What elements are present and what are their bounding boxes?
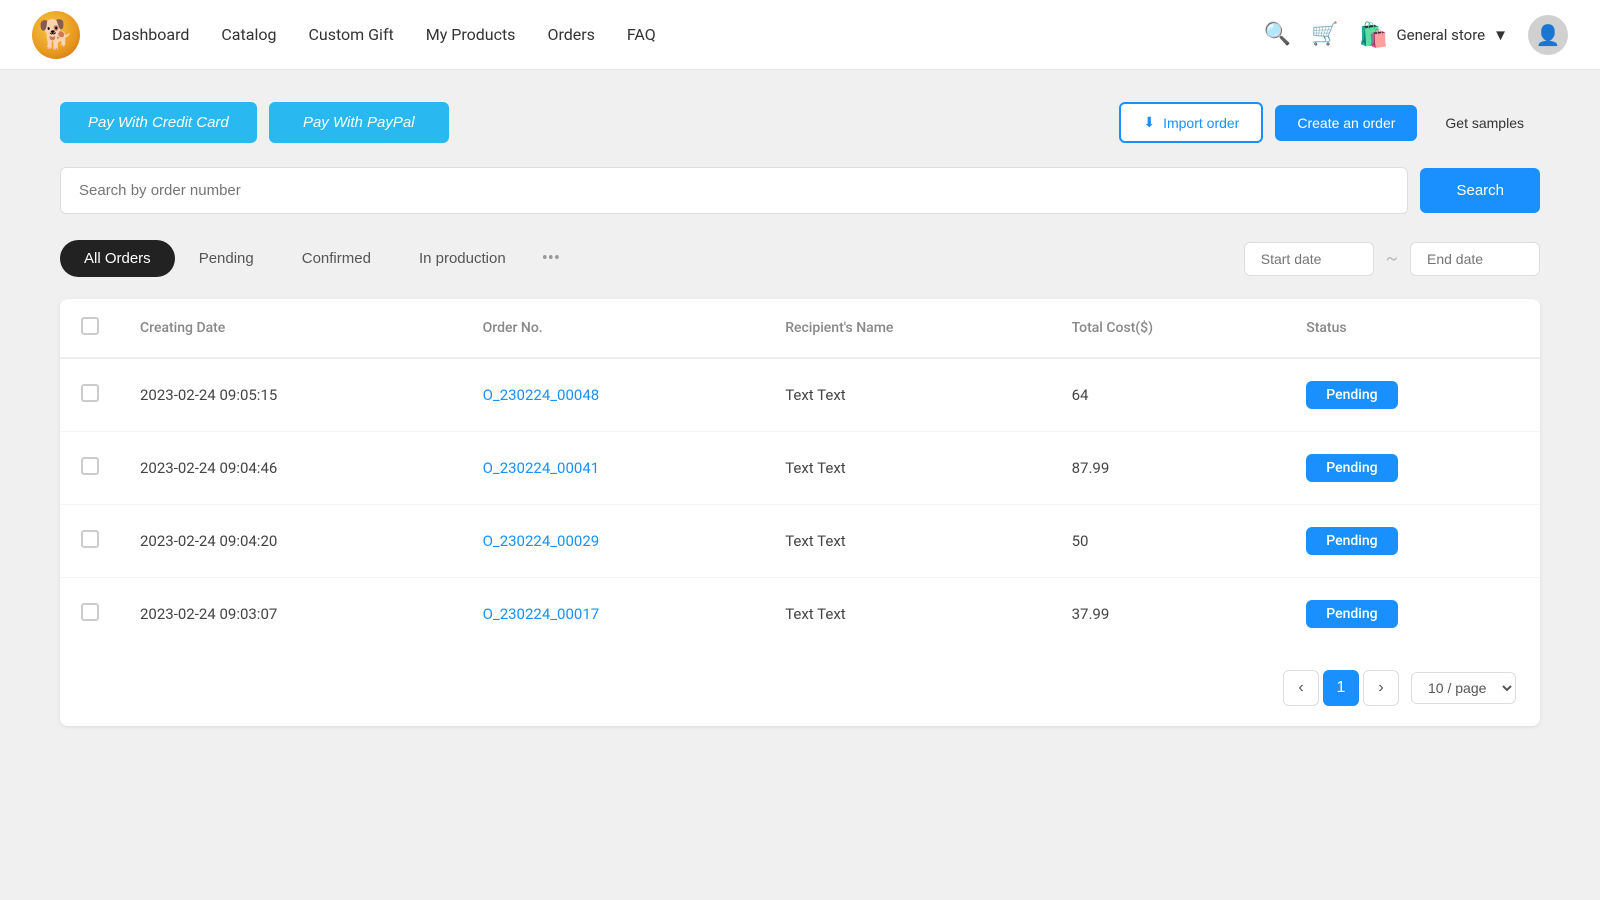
orders-table: Creating Date Order No. Recipient's Name… — [60, 299, 1540, 650]
col-order-no: Order No. — [463, 299, 766, 358]
col-creating-date: Creating Date — [120, 299, 463, 358]
tab-in-production[interactable]: In production — [395, 240, 530, 277]
get-samples-button[interactable]: Get samples — [1429, 105, 1540, 141]
cell-recipient-2: Text Text — [765, 505, 1051, 578]
navbar: Dashboard Catalog Custom Gift My Product… — [0, 0, 1600, 70]
row-checkbox-0[interactable] — [81, 384, 99, 402]
cell-recipient-0: Text Text — [765, 358, 1051, 432]
pay-paypal-button[interactable]: Pay With PayPal — [269, 102, 449, 143]
store-bag-icon: 🛍️ — [1359, 21, 1389, 49]
table-row: 2023-02-24 09:04:46 O_230224_00041 Text … — [60, 432, 1540, 505]
cell-order-no-0[interactable]: O_230224_00048 — [463, 358, 766, 432]
select-all-checkbox[interactable] — [81, 317, 99, 335]
cell-cost-0: 64 — [1052, 358, 1287, 432]
tab-pending[interactable]: Pending — [175, 240, 278, 277]
cart-icon[interactable]: 🛒 — [1311, 22, 1338, 47]
cell-order-no-2[interactable]: O_230224_00029 — [463, 505, 766, 578]
nav-actions: 🔍 🛒 🛍️ General store ▼ 👤 — [1264, 15, 1568, 55]
tabs-row: All Orders Pending Confirmed In producti… — [60, 238, 1540, 279]
per-page-select[interactable]: 10 / page 20 / page 50 / page — [1411, 672, 1516, 704]
action-buttons: ⬇ Import order Create an order Get sampl… — [1119, 102, 1540, 143]
search-input[interactable] — [60, 167, 1408, 214]
pagination: ‹ 1 › 10 / page 20 / page 50 / page — [60, 650, 1540, 726]
logo[interactable] — [32, 11, 80, 59]
table-row: 2023-02-24 09:05:15 O_230224_00048 Text … — [60, 358, 1540, 432]
top-bar: Pay With Credit Card Pay With PayPal ⬇ I… — [60, 102, 1540, 143]
cell-date-0: 2023-02-24 09:05:15 — [120, 358, 463, 432]
status-badge-2: Pending — [1306, 527, 1397, 555]
status-badge-0: Pending — [1306, 381, 1397, 409]
store-name: General store — [1396, 26, 1485, 44]
cell-date-3: 2023-02-24 09:03:07 — [120, 578, 463, 651]
pay-buttons: Pay With Credit Card Pay With PayPal — [60, 102, 449, 143]
cell-order-no-3[interactable]: O_230224_00017 — [463, 578, 766, 651]
tab-all-orders[interactable]: All Orders — [60, 240, 175, 277]
start-date-input[interactable] — [1244, 242, 1374, 276]
cell-status-3: Pending — [1286, 578, 1540, 651]
table-body: 2023-02-24 09:05:15 O_230224_00048 Text … — [60, 358, 1540, 650]
table-header: Creating Date Order No. Recipient's Name… — [60, 299, 1540, 358]
row-checkbox-3[interactable] — [81, 603, 99, 621]
main-content: Pay With Credit Card Pay With PayPal ⬇ I… — [0, 70, 1600, 900]
cell-date-1: 2023-02-24 09:04:46 — [120, 432, 463, 505]
cell-recipient-3: Text Text — [765, 578, 1051, 651]
create-order-button[interactable]: Create an order — [1275, 105, 1417, 141]
col-total-cost: Total Cost($) — [1052, 299, 1287, 358]
nav-catalog[interactable]: Catalog — [221, 21, 276, 48]
pay-credit-card-button[interactable]: Pay With Credit Card — [60, 102, 257, 143]
more-tabs-icon[interactable]: ••• — [530, 238, 572, 279]
nav-links: Dashboard Catalog Custom Gift My Product… — [112, 21, 1264, 48]
cell-cost-1: 87.99 — [1052, 432, 1287, 505]
page-1-button[interactable]: 1 — [1323, 670, 1359, 706]
row-checkbox-1[interactable] — [81, 457, 99, 475]
cell-status-1: Pending — [1286, 432, 1540, 505]
prev-page-button[interactable]: ‹ — [1283, 670, 1319, 706]
nav-custom-gift[interactable]: Custom Gift — [308, 21, 393, 48]
cell-date-2: 2023-02-24 09:04:20 — [120, 505, 463, 578]
cell-cost-2: 50 — [1052, 505, 1287, 578]
cell-status-2: Pending — [1286, 505, 1540, 578]
end-date-input[interactable] — [1410, 242, 1540, 276]
orders-table-card: Creating Date Order No. Recipient's Name… — [60, 299, 1540, 726]
store-selector[interactable]: 🛍️ General store ▼ — [1359, 21, 1508, 49]
col-recipient: Recipient's Name — [765, 299, 1051, 358]
nav-orders[interactable]: Orders — [547, 21, 594, 48]
date-separator: ~ — [1386, 248, 1398, 269]
date-filters: ~ — [1244, 242, 1540, 276]
tab-confirmed[interactable]: Confirmed — [278, 240, 395, 277]
search-icon[interactable]: 🔍 — [1264, 22, 1291, 47]
table-row: 2023-02-24 09:04:20 O_230224_00029 Text … — [60, 505, 1540, 578]
status-badge-3: Pending — [1306, 600, 1397, 628]
import-order-button[interactable]: ⬇ Import order — [1119, 102, 1263, 143]
nav-faq[interactable]: FAQ — [627, 21, 656, 48]
cell-recipient-1: Text Text — [765, 432, 1051, 505]
nav-dashboard[interactable]: Dashboard — [112, 21, 189, 48]
avatar[interactable]: 👤 — [1528, 15, 1568, 55]
col-status: Status — [1286, 299, 1540, 358]
table-row: 2023-02-24 09:03:07 O_230224_00017 Text … — [60, 578, 1540, 651]
row-checkbox-2[interactable] — [81, 530, 99, 548]
chevron-down-icon: ▼ — [1493, 26, 1508, 44]
cell-order-no-1[interactable]: O_230224_00041 — [463, 432, 766, 505]
cell-status-0: Pending — [1286, 358, 1540, 432]
import-icon: ⬇ — [1143, 114, 1155, 131]
search-bar: Search — [60, 167, 1540, 214]
status-badge-1: Pending — [1306, 454, 1397, 482]
next-page-button[interactable]: › — [1363, 670, 1399, 706]
search-button[interactable]: Search — [1420, 168, 1540, 213]
cell-cost-3: 37.99 — [1052, 578, 1287, 651]
nav-my-products[interactable]: My Products — [426, 21, 516, 48]
